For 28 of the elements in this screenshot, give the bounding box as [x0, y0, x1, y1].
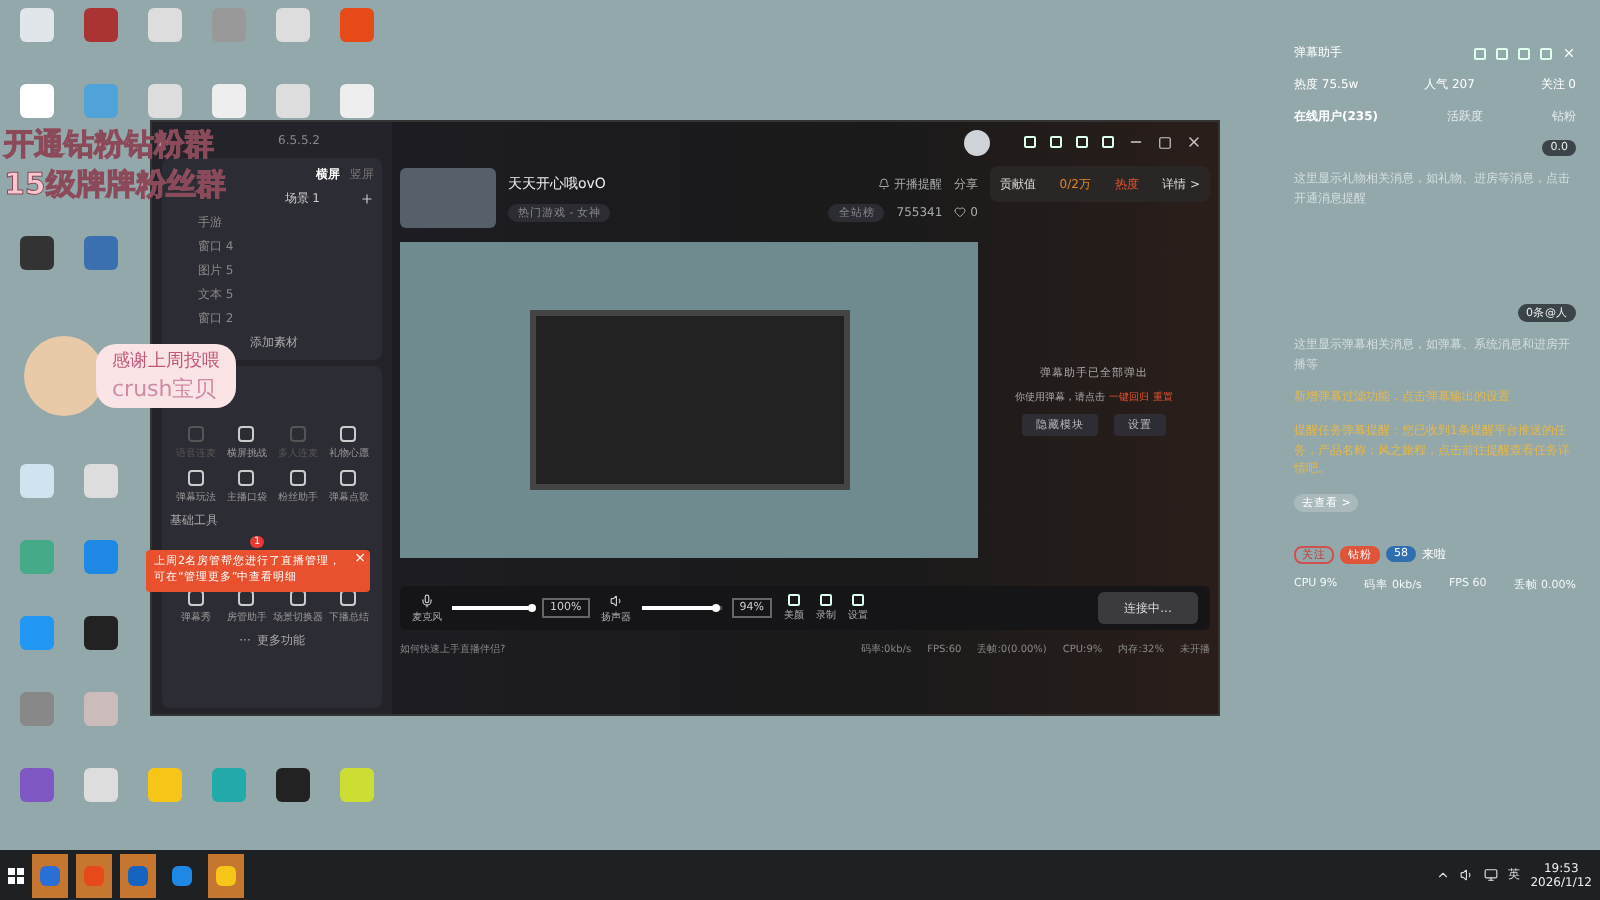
- toolbar-icon[interactable]: [1024, 136, 1036, 148]
- toolbar-icon[interactable]: [1076, 136, 1088, 148]
- taskbar-app[interactable]: [120, 853, 156, 897]
- heart-icon: [954, 206, 967, 218]
- user-avatar[interactable]: [964, 129, 990, 155]
- add-icon[interactable]: [360, 192, 374, 206]
- taskbar-app[interactable]: [76, 853, 112, 897]
- monitor-icon[interactable]: [1484, 868, 1499, 882]
- tool-icon[interactable]: [819, 594, 832, 606]
- taskbar-app[interactable]: [208, 853, 244, 897]
- cover-thumbnail[interactable]: [400, 168, 496, 228]
- maximize-icon[interactable]: [1158, 135, 1172, 149]
- desktop-app-icon[interactable]: [83, 616, 117, 650]
- close-icon[interactable]: [1186, 134, 1202, 150]
- tool-icon[interactable]: [851, 594, 864, 606]
- windows-icon[interactable]: [8, 867, 24, 883]
- volume-icon[interactable]: [1460, 868, 1475, 882]
- toolbar-icon[interactable]: [1050, 136, 1062, 148]
- toolbar-icon[interactable]: [1102, 136, 1114, 148]
- microphone-icon[interactable]: [420, 593, 434, 607]
- desktop-app-icon[interactable]: [19, 236, 53, 270]
- tray-chevron-icon[interactable]: [1436, 868, 1451, 882]
- taskbar-app[interactable]: [32, 853, 68, 897]
- speaker-icon[interactable]: [609, 593, 624, 607]
- bell-icon: [878, 178, 890, 190]
- sticker-label: 感谢上周投喂 crush宝贝: [96, 344, 236, 408]
- tool-icon[interactable]: [787, 594, 800, 606]
- desktop-app-icon[interactable]: [275, 768, 309, 802]
